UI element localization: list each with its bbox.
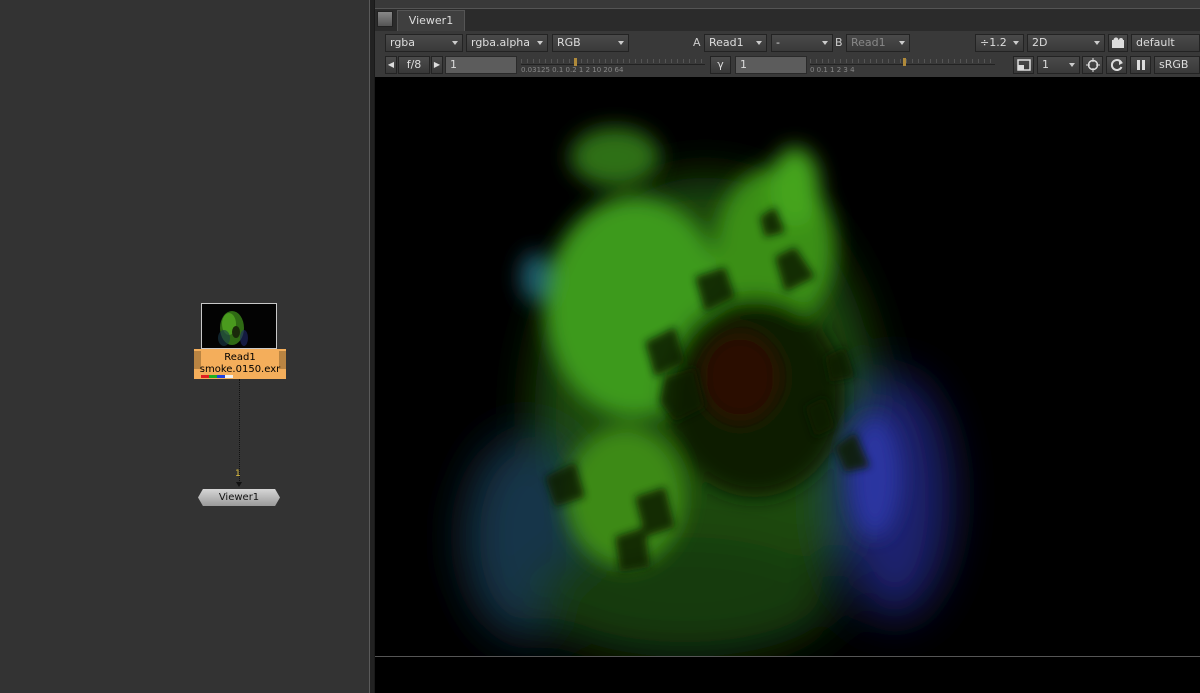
downscale-value: ÷1.2 xyxy=(980,36,1007,49)
chevron-down-icon xyxy=(452,41,458,45)
crosshair-icon[interactable] xyxy=(1082,56,1103,74)
chevron-down-icon xyxy=(822,41,828,45)
crosshair-glyph xyxy=(1085,58,1100,72)
viewer-toolbar-top: rgba rgba.alpha RGB A Read1 - B Read1 ÷1… xyxy=(375,32,1200,54)
roi-icon[interactable] xyxy=(1013,56,1034,74)
view-mode-dropdown[interactable]: 2D xyxy=(1027,34,1105,52)
gamma-slider-handle[interactable] xyxy=(902,58,906,66)
viewer-tab-bar: Viewer1 xyxy=(375,8,1200,31)
channel-red-swatch xyxy=(201,375,209,378)
thumbnail-image xyxy=(202,304,276,348)
alpha-channel-dropdown[interactable]: rgba.alpha xyxy=(466,34,548,52)
gamma-input[interactable]: 1 xyxy=(735,56,807,74)
chevron-down-icon xyxy=(1094,41,1100,45)
read-node-channels xyxy=(201,375,241,378)
pipe-input-number: 1 xyxy=(235,469,241,479)
lut-preset-value: default xyxy=(1136,36,1175,49)
fstop-value: f/8 xyxy=(406,58,422,71)
chevron-down-icon xyxy=(756,41,762,45)
compare-operation-dropdown[interactable]: - xyxy=(771,34,833,52)
chevron-down-icon xyxy=(899,41,905,45)
viewer-node[interactable]: Viewer1 xyxy=(198,489,280,506)
node-graph-panel[interactable]: Read1 smoke.0150.exr 1 Viewer1 xyxy=(0,0,369,693)
camera-glyph xyxy=(1112,37,1124,48)
gain-slider-scale: 0.03125 0.1 0.2 1 2 10 20 64 xyxy=(521,66,624,74)
gain-slider-handle[interactable] xyxy=(574,58,578,66)
read-node-thumbnail xyxy=(201,303,277,349)
chevron-down-icon xyxy=(1013,41,1019,45)
pause-glyph xyxy=(1136,60,1145,70)
tab-viewer1[interactable]: Viewer1 xyxy=(397,10,465,31)
gamma-slider[interactable]: 0 0.1 1 2 3 4 xyxy=(810,57,995,74)
display-channels-value: RGB xyxy=(557,36,581,49)
channel-green-swatch xyxy=(209,375,217,378)
read-node-title: Read1 xyxy=(224,352,256,363)
refresh-icon[interactable] xyxy=(1106,56,1127,74)
a-input-dropdown[interactable]: Read1 xyxy=(704,34,767,52)
read-node-filename: smoke.0150.exr xyxy=(199,364,281,375)
chevron-down-icon xyxy=(618,41,624,45)
viewer-panel: Viewer1 rgba rgba.alpha RGB A Read1 - B … xyxy=(375,0,1200,693)
gain-slider-track xyxy=(521,64,705,65)
pause-icon[interactable] xyxy=(1130,56,1151,74)
b-input-value: Read1 xyxy=(851,36,886,49)
colorspace-dropdown[interactable]: sRGB xyxy=(1154,56,1200,74)
b-input-dropdown[interactable]: Read1 xyxy=(846,34,910,52)
colorspace-value: sRGB xyxy=(1159,58,1189,71)
downscale-dropdown[interactable]: ÷1.2 xyxy=(975,34,1024,52)
layer-dropdown[interactable]: rgba xyxy=(385,34,463,52)
panel-menu-icon[interactable] xyxy=(377,11,393,27)
gamma-input-value: 1 xyxy=(740,58,747,71)
gain-input-value: 1 xyxy=(450,58,457,71)
gamma-button[interactable]: γ xyxy=(710,56,731,74)
camera-icon[interactable] xyxy=(1108,34,1128,52)
chevron-down-icon xyxy=(1069,63,1075,67)
layer-dropdown-value: rgba xyxy=(390,36,416,49)
gain-slider-ticks xyxy=(521,59,705,63)
display-channels-dropdown[interactable]: RGB xyxy=(552,34,629,52)
pipe-arrow-icon xyxy=(236,482,242,487)
refresh-glyph xyxy=(1110,59,1123,71)
alpha-channel-value: rgba.alpha xyxy=(471,36,531,49)
gamma-label: γ xyxy=(717,58,724,71)
fstop-decrease-icon[interactable]: ◀ xyxy=(385,56,397,74)
fstop-increase-icon[interactable]: ▶ xyxy=(431,56,443,74)
read-node-body[interactable]: Read1 smoke.0150.exr xyxy=(194,349,286,379)
channel-alpha-swatch xyxy=(225,375,233,378)
lut-preset-dropdown[interactable]: default xyxy=(1131,34,1200,52)
chevron-down-icon xyxy=(537,41,543,45)
a-input-label: A xyxy=(693,36,701,49)
roi-glyph xyxy=(1016,59,1031,71)
b-input-label: B xyxy=(835,36,843,49)
proxy-dropdown[interactable]: 1 xyxy=(1037,56,1080,74)
gain-slider[interactable]: 0.03125 0.1 0.2 1 2 10 20 64 xyxy=(521,57,705,74)
compare-operation-value: - xyxy=(776,36,780,49)
node-pipe[interactable] xyxy=(239,379,240,483)
gain-input[interactable]: 1 xyxy=(445,56,517,74)
viewer-image-area[interactable] xyxy=(375,77,1200,656)
read-node[interactable]: Read1 smoke.0150.exr xyxy=(194,303,286,379)
viewer-toolbar-bottom: ◀ f/8 ▶ 1 0.03125 0.1 0.2 1 2 10 20 64 γ… xyxy=(375,54,1200,76)
smoke-render-image xyxy=(375,77,1200,656)
gamma-slider-scale: 0 0.1 1 2 3 4 xyxy=(810,66,855,74)
fstop-button[interactable]: f/8 xyxy=(398,56,430,74)
viewer-node-label: Viewer1 xyxy=(218,492,260,503)
proxy-value: 1 xyxy=(1042,58,1049,71)
a-input-value: Read1 xyxy=(709,36,744,49)
channel-blue-swatch xyxy=(217,375,225,378)
viewer-timeline-area[interactable] xyxy=(375,656,1200,693)
view-mode-value: 2D xyxy=(1032,36,1048,49)
